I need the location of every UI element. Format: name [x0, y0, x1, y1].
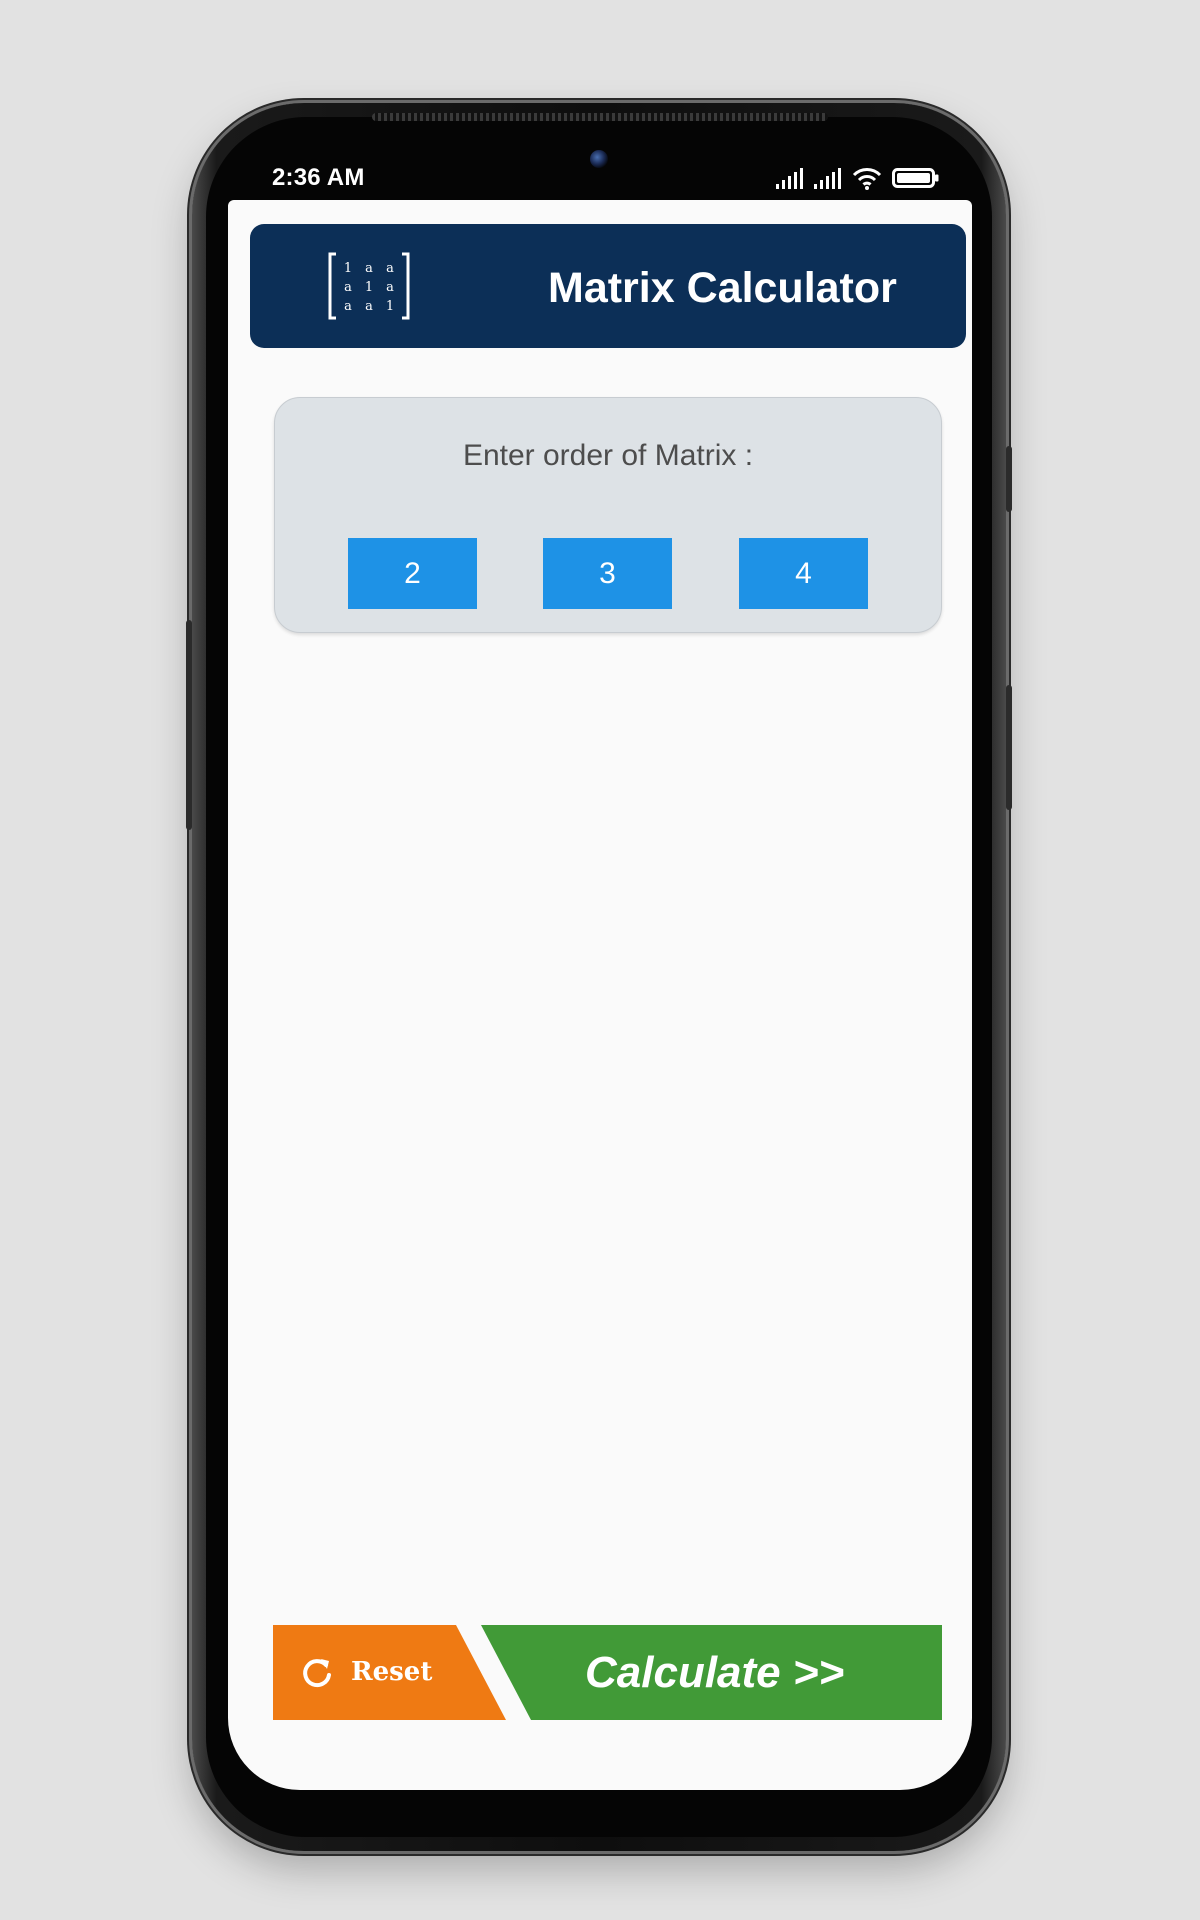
matrix-cell: a — [386, 280, 394, 295]
signal-icon — [814, 168, 841, 189]
matrix-icon: 1 a a a 1 a a a 1 — [328, 252, 410, 320]
calculate-label: Calculate >> — [585, 1648, 845, 1697]
order-prompt: Enter order of Matrix : — [462, 439, 754, 472]
order-3-button[interactable]: 3 — [543, 538, 672, 609]
refresh-icon — [303, 1659, 331, 1688]
matrix-cell: 1 — [365, 280, 373, 295]
reset-label: Reset — [351, 1657, 433, 1687]
status-icons — [776, 166, 940, 190]
matrix-cell: 1 — [386, 299, 394, 314]
matrix-cell: a — [386, 261, 394, 276]
status-time: 2:36 AM — [272, 164, 365, 191]
matrix-cell: a — [365, 261, 373, 276]
volume-button — [186, 620, 192, 830]
front-camera — [590, 150, 608, 168]
app-title: Matrix Calculator — [548, 264, 897, 312]
power-button — [1006, 685, 1012, 810]
matrix-cell: a — [344, 280, 352, 295]
matrix-cell: a — [344, 299, 352, 314]
calculate-button[interactable]: Calculate >> — [481, 1625, 942, 1720]
order-4-button[interactable]: 4 — [739, 538, 868, 609]
earpiece-speaker — [372, 113, 828, 121]
order-2-button[interactable]: 2 — [348, 538, 477, 609]
matrix-cell: a — [365, 299, 373, 314]
device-stage: 2:36 AM 1 a a a 1 a a a 1 Matrix Calcula… — [0, 0, 1200, 1920]
matrix-cell: 1 — [344, 261, 352, 276]
battery-icon — [892, 168, 939, 188]
side-button — [1006, 446, 1012, 512]
signal-icon — [776, 168, 803, 189]
wifi-icon — [852, 168, 882, 190]
